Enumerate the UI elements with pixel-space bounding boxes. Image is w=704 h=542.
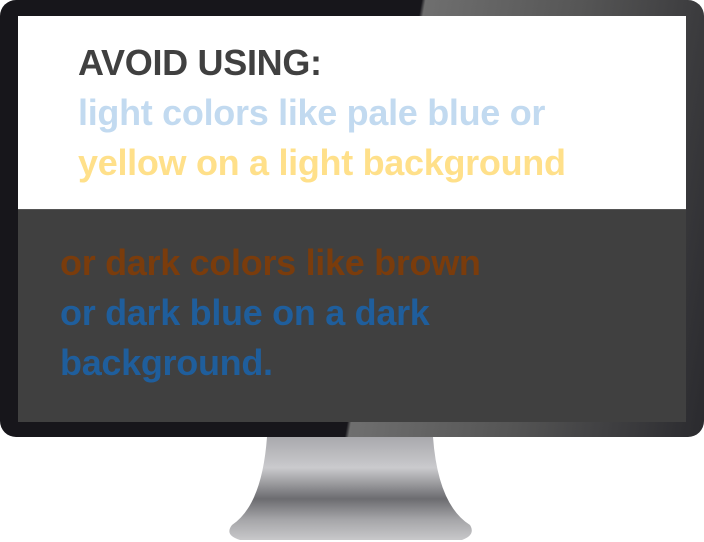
heading: AVOID USING: bbox=[78, 42, 322, 83]
pale-blue-text: light colors like pale blue or bbox=[78, 92, 546, 133]
dark-blue-text-1: or dark blue on a dark bbox=[60, 292, 430, 333]
dark-screen-section: or dark colors like brown or dark blue o… bbox=[18, 209, 686, 422]
monitor-stand bbox=[229, 437, 472, 540]
yellow-text: yellow on a light background bbox=[78, 142, 566, 183]
light-screen-section: AVOID USING: light colors like pale blue… bbox=[18, 16, 686, 209]
dark-blue-text-2: background. bbox=[60, 342, 273, 383]
brown-text: or dark colors like brown bbox=[60, 242, 481, 283]
